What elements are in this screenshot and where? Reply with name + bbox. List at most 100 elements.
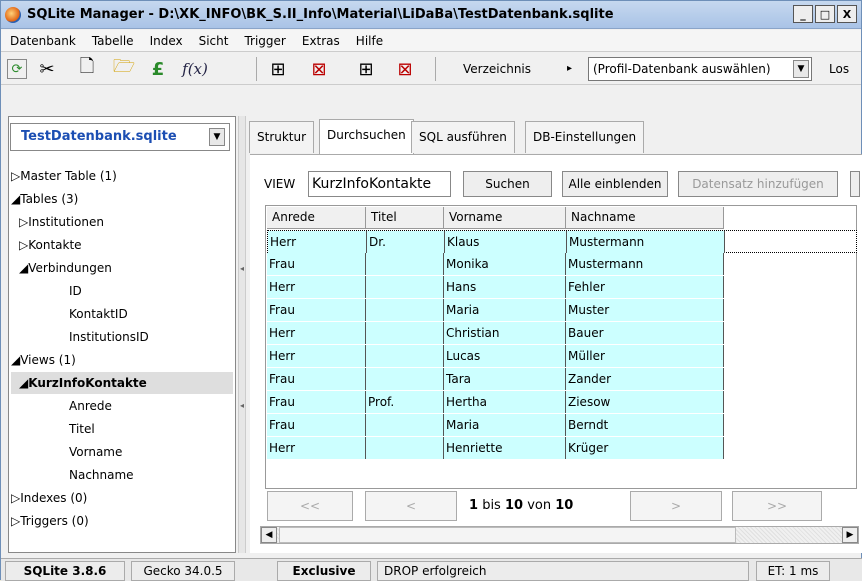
chevron-down-icon[interactable]: ▼ — [209, 128, 225, 146]
view-name-field[interactable]: KurzInfoKontakte — [308, 171, 451, 197]
table-cell[interactable]: Herr — [267, 345, 366, 367]
table-row[interactable]: Frau Maria Muster — [267, 299, 724, 322]
tree-item[interactable]: ◢KurzInfoKontakte — [11, 372, 233, 394]
table-row[interactable]: Herr Henriette Krüger — [267, 437, 724, 460]
tree-item[interactable]: InstitutionsID — [69, 326, 149, 348]
add-record-button[interactable]: Datensatz hinzufügen — [678, 171, 838, 197]
tree-item[interactable]: KontaktID — [69, 303, 128, 325]
table-new-icon[interactable]: ⊞ — [266, 57, 290, 81]
tree-item[interactable]: Vorname — [69, 441, 122, 463]
horizontal-scrollbar[interactable]: ◀ ▶ — [260, 526, 859, 544]
table-cell[interactable]: Monika — [444, 253, 566, 275]
pound-icon[interactable]: £ — [146, 57, 170, 81]
table-cell[interactable] — [366, 253, 444, 275]
table-cell[interactable]: Herr — [268, 231, 367, 253]
table-cell[interactable]: Klaus — [445, 231, 567, 253]
directory-button[interactable]: Verzeichnis — [463, 62, 531, 76]
prev-page-button[interactable]: < — [365, 491, 457, 521]
table-cell[interactable] — [366, 345, 444, 367]
table-cell[interactable]: Henriette — [444, 437, 566, 459]
tab-sql-ausfuehren[interactable]: SQL ausführen — [411, 121, 515, 153]
table-row[interactable]: Herr Christian Bauer — [267, 322, 724, 345]
scroll-thumb[interactable] — [279, 527, 736, 543]
column-header[interactable]: Nachname — [566, 207, 724, 229]
table-cell[interactable]: Berndt — [566, 414, 724, 436]
function-icon[interactable]: f(x) — [177, 57, 213, 81]
table-cell[interactable]: Herr — [267, 437, 366, 459]
menu-tabelle[interactable]: Tabelle — [92, 34, 134, 48]
table-cell[interactable]: Prof. — [366, 391, 444, 413]
table-cell[interactable] — [366, 437, 444, 459]
scroll-left-icon[interactable]: ◀ — [261, 527, 277, 543]
tree-item[interactable]: ▷Master Table (1) — [11, 165, 117, 187]
tree-item[interactable]: Titel — [69, 418, 95, 440]
table-row[interactable]: Frau Maria Berndt — [267, 414, 724, 437]
table-cell[interactable]: Dr. — [367, 231, 445, 253]
table-cell[interactable]: Christian — [444, 322, 566, 344]
table-cell[interactable]: Tara — [444, 368, 566, 390]
tab-durchsuchen[interactable]: Durchsuchen — [319, 119, 414, 155]
table-cell[interactable]: Lucas — [444, 345, 566, 367]
show-all-button[interactable]: Alle einblenden — [562, 171, 668, 197]
table-cell[interactable]: Zander — [566, 368, 724, 390]
go-button[interactable]: Los — [829, 62, 849, 76]
arrow-right-icon[interactable]: ▸ — [567, 63, 572, 74]
menu-hilfe[interactable]: Hilfe — [356, 34, 383, 48]
table-row[interactable]: Herr Hans Fehler — [267, 276, 724, 299]
table-cell[interactable]: Hertha — [444, 391, 566, 413]
tree-item[interactable]: Anrede — [69, 395, 112, 417]
table-cell[interactable] — [366, 414, 444, 436]
tree-item[interactable]: ▷Indexes (0) — [11, 487, 87, 509]
table-cell[interactable]: Muster — [566, 299, 724, 321]
splitter[interactable]: ◂ ◂ — [238, 116, 246, 553]
table-delete-icon[interactable]: ⊠ — [307, 57, 331, 81]
index-delete-icon[interactable]: ⊠ — [393, 57, 417, 81]
tree-item[interactable]: ◢Views (1) — [11, 349, 76, 371]
open-folder-icon[interactable]: 🗁 — [112, 56, 136, 81]
search-button[interactable]: Suchen — [463, 171, 552, 197]
table-cell[interactable] — [366, 299, 444, 321]
menu-extras[interactable]: Extras — [302, 34, 340, 48]
table-cell[interactable]: Maria — [444, 299, 566, 321]
table-cell[interactable]: Mustermann — [567, 231, 725, 253]
first-page-button[interactable]: << — [267, 491, 353, 521]
table-cell[interactable]: Frau — [267, 391, 366, 413]
database-select[interactable]: TestDatenbank.sqlite ▼ — [10, 123, 230, 151]
profile-db-select[interactable]: (Profil-Datenbank auswählen) ▼ — [588, 57, 812, 81]
table-cell[interactable]: Bauer — [566, 322, 724, 344]
table-cell[interactable]: Ziesow — [566, 391, 724, 413]
table-cell[interactable]: Frau — [267, 414, 366, 436]
table-cell[interactable]: Frau — [267, 368, 366, 390]
column-header[interactable]: Anrede — [267, 207, 366, 229]
table-row[interactable]: Herr Lucas Müller — [267, 345, 724, 368]
minimize-button[interactable]: _ — [793, 5, 813, 23]
tree-item[interactable]: ▷Kontakte — [19, 234, 82, 256]
tree-item[interactable]: ◢Verbindungen — [19, 257, 112, 279]
more-button[interactable] — [850, 171, 860, 197]
table-cell[interactable]: Frau — [267, 299, 366, 321]
tab-db-einstellungen[interactable]: DB-Einstellungen — [525, 121, 645, 153]
tree-item[interactable]: ▷Institutionen — [19, 211, 104, 233]
chevron-down-icon[interactable]: ▼ — [793, 60, 809, 78]
tree-item[interactable]: ▷Triggers (0) — [11, 510, 89, 532]
table-cell[interactable]: Fehler — [566, 276, 724, 298]
new-file-icon[interactable]: 🗋 — [75, 56, 99, 81]
close-button[interactable]: X — [837, 5, 857, 23]
table-cell[interactable]: Mustermann — [566, 253, 724, 275]
tab-struktur[interactable]: Struktur — [249, 121, 315, 153]
table-row[interactable]: Frau Monika Mustermann — [267, 253, 724, 276]
table-row[interactable]: Herr Dr. Klaus Mustermann — [267, 230, 857, 253]
scroll-right-icon[interactable]: ▶ — [842, 527, 858, 543]
tree-item[interactable]: ◢Tables (3) — [11, 188, 78, 210]
table-cell[interactable]: Frau — [267, 253, 366, 275]
table-cell[interactable]: Hans — [444, 276, 566, 298]
tools-icon[interactable]: ✂ — [35, 57, 59, 81]
table-cell[interactable] — [366, 322, 444, 344]
menu-sicht[interactable]: Sicht — [199, 34, 229, 48]
column-header[interactable]: Titel — [366, 207, 444, 229]
menu-index[interactable]: Index — [150, 34, 183, 48]
index-new-icon[interactable]: ⊞ — [354, 57, 378, 81]
table-cell[interactable] — [366, 276, 444, 298]
menu-datenbank[interactable]: Datenbank — [10, 34, 76, 48]
tree-item[interactable]: Nachname — [69, 464, 134, 486]
